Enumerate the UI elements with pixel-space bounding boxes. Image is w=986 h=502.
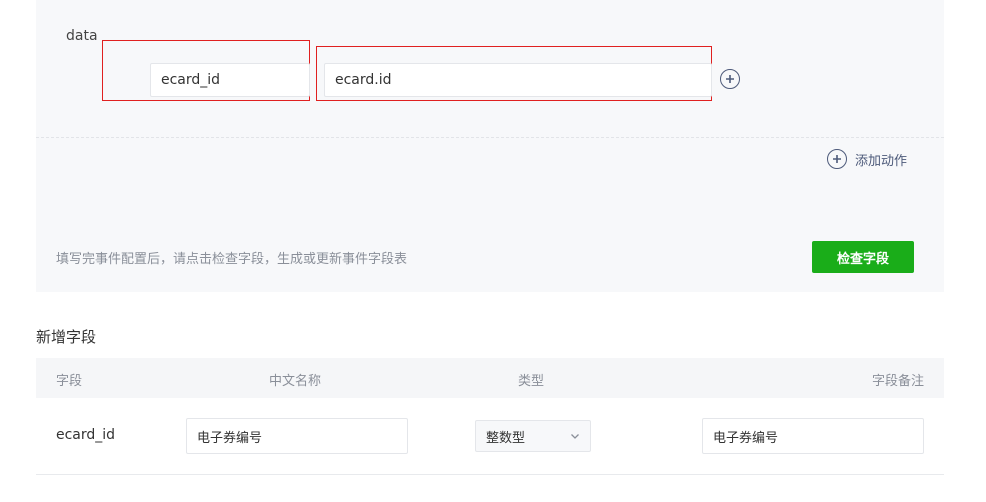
- add-action-label: 添加动作: [855, 153, 908, 169]
- plus-circle-icon: [827, 149, 847, 169]
- chinese-name-input[interactable]: 电子券编号: [186, 418, 408, 454]
- column-header-type: 类型: [518, 374, 545, 389]
- param-value-input[interactable]: ecard.id: [324, 63, 712, 97]
- type-select-value: 整数型: [486, 430, 526, 446]
- param-key-input[interactable]: ecard_id: [150, 63, 310, 97]
- hint-text: 填写完事件配置后，请点击检查字段，生成或更新事件字段表: [56, 252, 408, 267]
- section-title: 新增字段: [36, 328, 97, 346]
- remark-input[interactable]: 电子券编号: [702, 418, 924, 454]
- type-select[interactable]: 整数型: [475, 420, 591, 452]
- check-fields-button[interactable]: 检查字段: [812, 241, 914, 273]
- add-param-icon[interactable]: [720, 69, 740, 89]
- chevron-down-icon: [571, 434, 579, 439]
- row-divider: [36, 474, 944, 475]
- field-name-cell: ecard_id: [56, 427, 116, 443]
- table-header: 字段 中文名称 类型 字段备注: [36, 358, 944, 398]
- data-label: data: [66, 28, 98, 44]
- divider: [36, 137, 944, 138]
- column-header-field: 字段: [56, 374, 83, 389]
- column-header-remark: 字段备注: [871, 374, 924, 389]
- add-action-button[interactable]: 添加动作: [827, 149, 907, 169]
- column-header-chinese-name: 中文名称: [269, 374, 322, 389]
